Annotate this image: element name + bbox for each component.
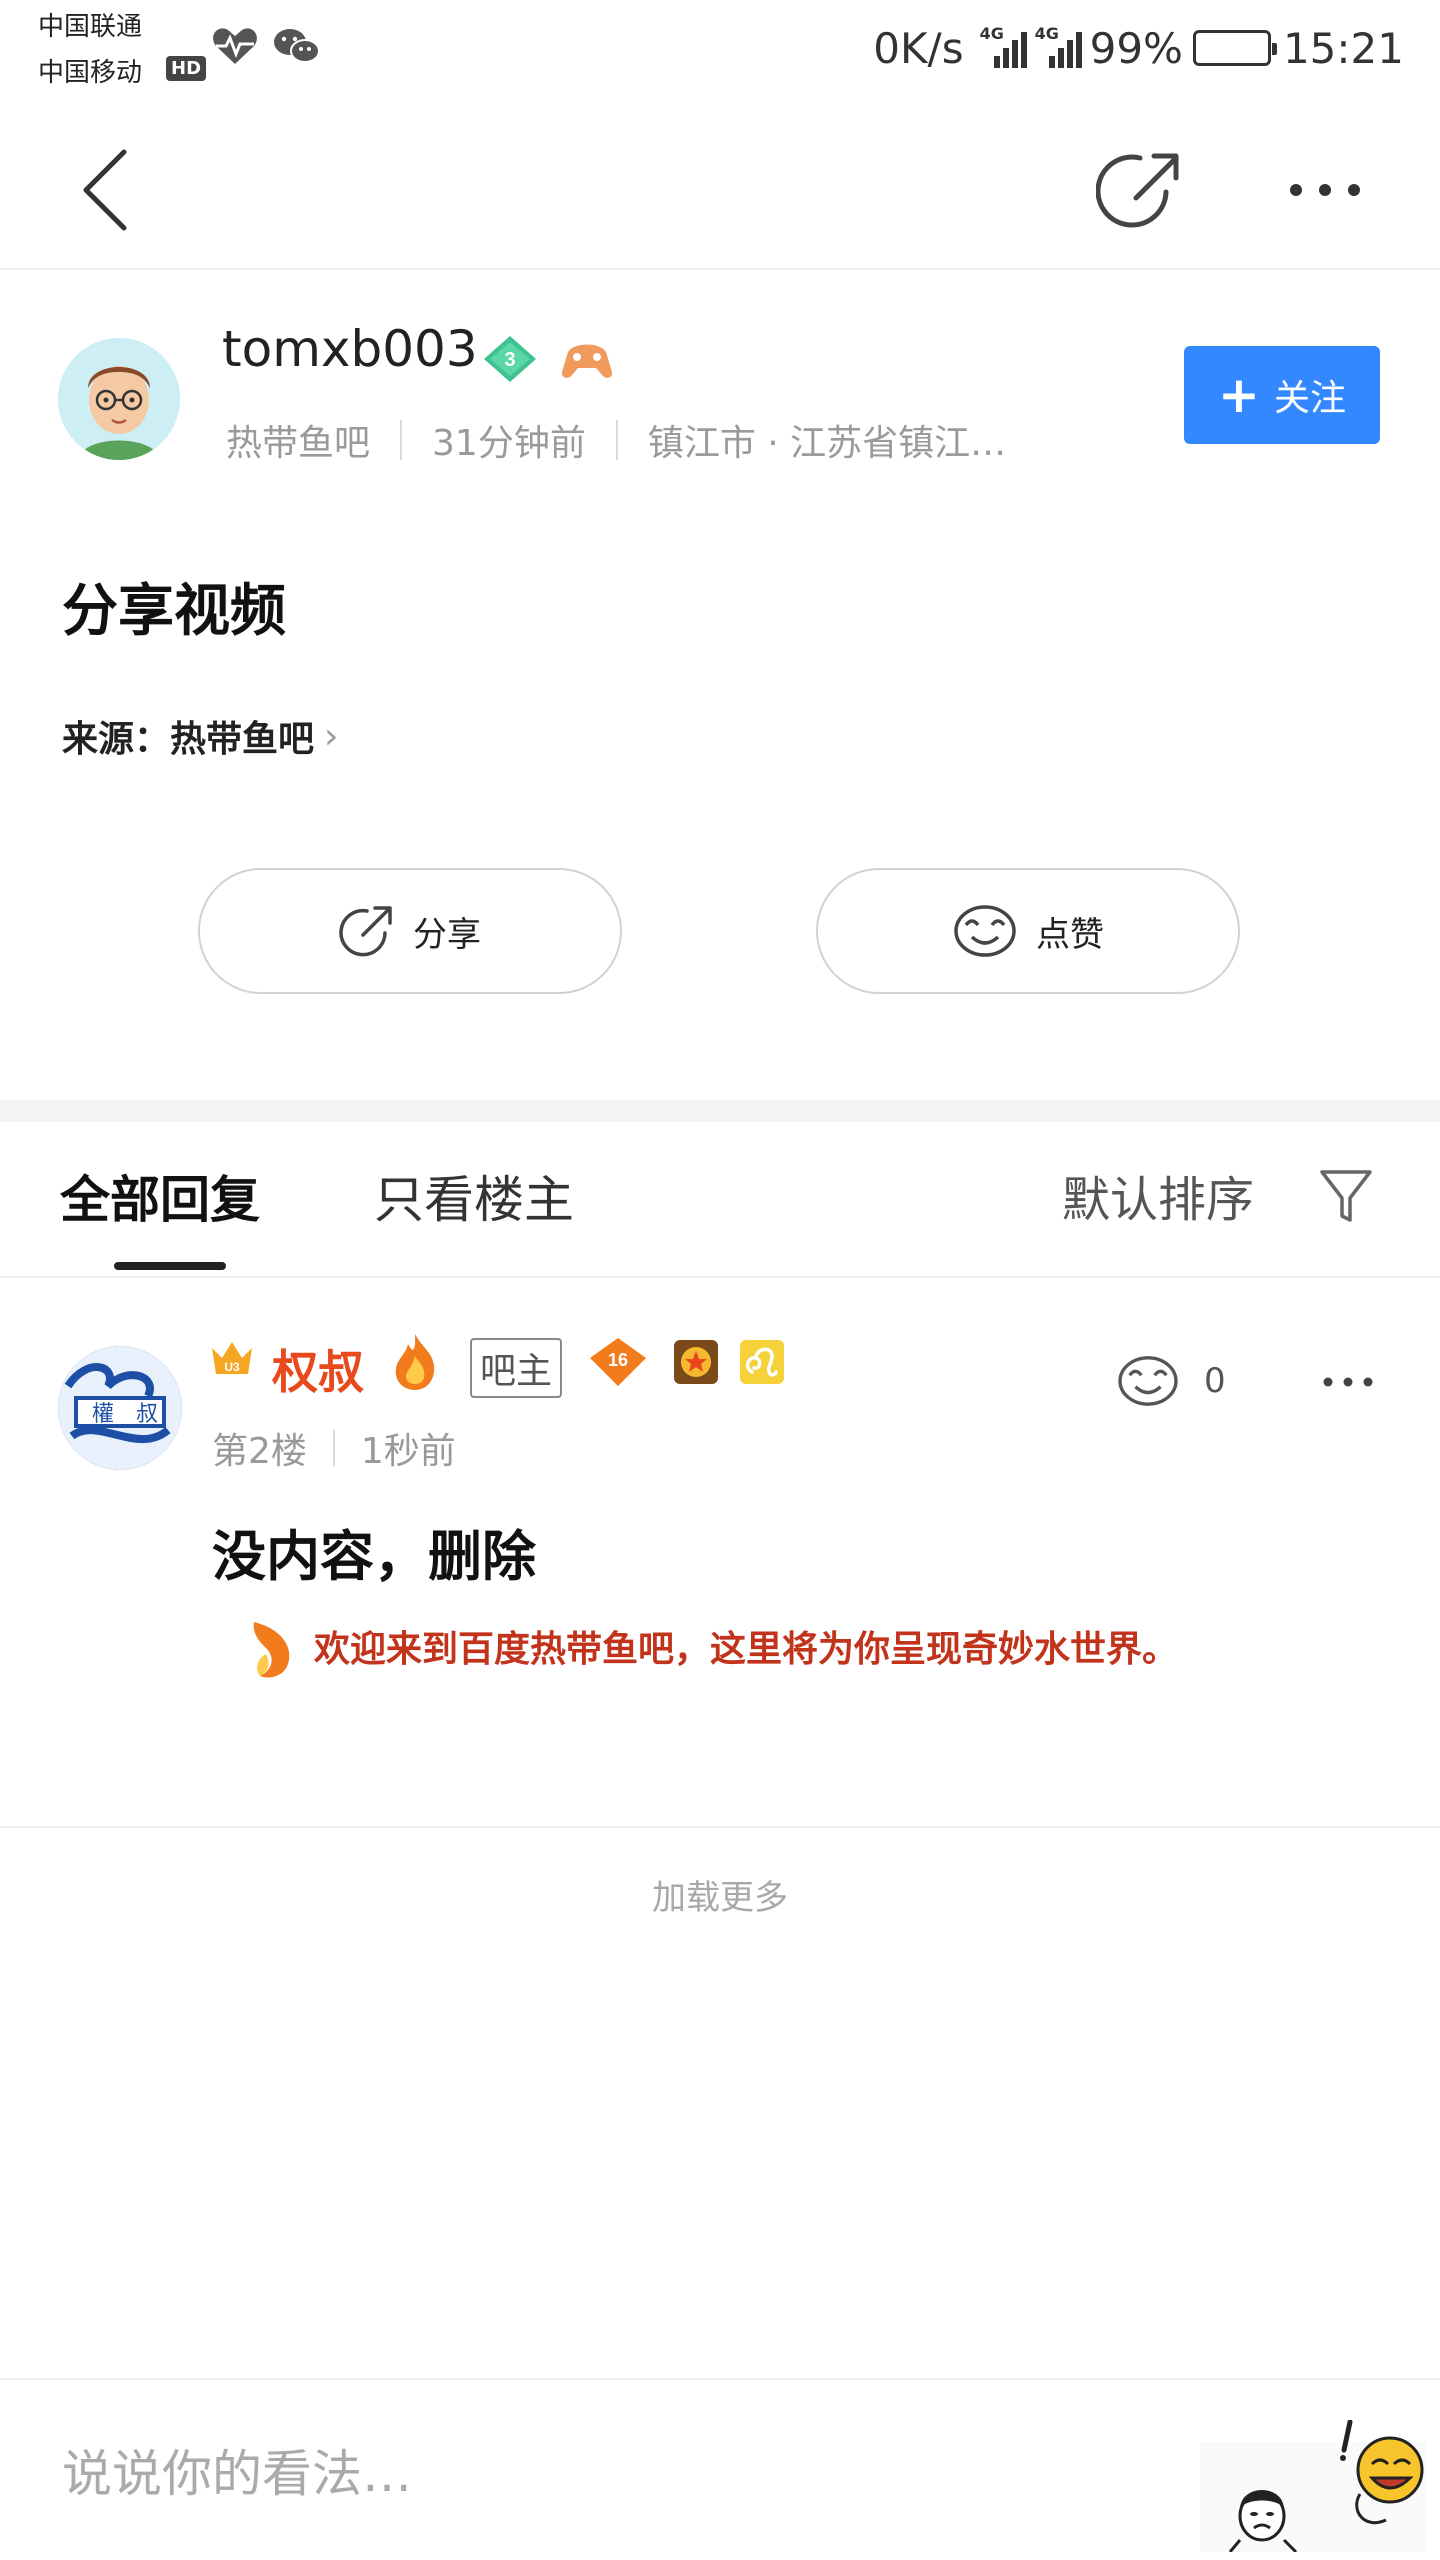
share-label: 分享 [413,914,481,955]
back-chevron-icon[interactable] [70,140,150,240]
carrier-mobile: 中国移动 [38,58,143,88]
medal-icon [674,1340,718,1384]
comment-input[interactable] [62,2434,1152,2514]
load-more-link[interactable]: 加载更多 [0,1870,1440,1919]
level-diamond-icon: 16 [590,1338,646,1386]
author-avatar[interactable] [58,338,180,460]
follow-label: 关注 [1273,378,1346,419]
svg-text:16: 16 [608,1350,628,1370]
more-dots-icon[interactable] [1280,150,1370,230]
signal-2-icon: 4G [1035,24,1082,68]
post-title: 分享视频 [62,579,286,644]
signal-1-icon: 4G [980,24,1027,68]
author-meta: 热带鱼吧 31分钟前 镇江市 · 江苏省镇江… [226,414,1006,466]
reply-more-dots-icon[interactable] [1318,1362,1378,1402]
level-diamond-icon: 3 [484,336,536,382]
comment-bar [0,2378,1440,2560]
post-time: 31分钟前 [432,423,586,464]
porcelain-avatar-icon: 權 叔 [58,1346,182,1470]
like-button[interactable]: 点赞 [816,868,1240,994]
filter-funnel-icon[interactable] [1318,1166,1374,1226]
meme-sticker-icon[interactable] [1200,2420,1426,2552]
moderator-badge: 吧主 [470,1338,563,1398]
wechat-icon [274,29,320,63]
author-header: tomxb003 3 热带鱼吧 31分钟前 镇江市 · 江苏省镇江… + 关注 [0,272,1440,472]
leo-zodiac-icon [740,1340,784,1384]
svg-text:權: 權 [92,1402,114,1427]
reply-tabs: 全部回复 只看楼主 默认排序 [0,1122,1440,1278]
crown-icon: U3 [212,1342,252,1374]
gamepad-icon [561,344,613,378]
like-face-icon [1118,1356,1178,1406]
svg-text:叔: 叔 [136,1402,158,1427]
author-name[interactable]: tomxb003 [222,320,478,378]
chevron-right-icon: › [324,715,339,757]
reply-username[interactable]: 权叔 [272,1336,364,1402]
tab-host-only[interactable]: 只看楼主 [374,1160,574,1232]
like-label: 点赞 [1036,914,1104,955]
floor-number: 第2楼 [212,1431,307,1472]
reply-avatar[interactable]: 權 叔 [58,1346,182,1470]
post-source-link[interactable]: 来源：热带鱼吧 › [62,710,338,762]
like-face-icon [954,905,1016,957]
reply-like-count: 0 [1204,1361,1226,1401]
post-location: 镇江市 · 江苏省镇江… [647,423,1007,464]
section-divider [0,1100,1440,1122]
reply-like-button[interactable]: 0 [1116,1354,1226,1408]
nav-bar [0,110,1440,270]
health-heart-icon [213,28,257,64]
battery-percent: 99% [1089,23,1183,73]
battery-icon [1192,30,1277,66]
floor-meta: 第2楼 1秒前 [212,1422,456,1474]
status-indicators: 0K/s 4G 4G 99% 15:21 [873,18,1404,78]
net-speed: 0K/s [873,23,964,73]
share-button[interactable]: 分享 [198,868,622,994]
sort-selector[interactable]: 默认排序 [1062,1160,1254,1230]
hd-badge: HD [166,56,207,81]
tab-all-replies[interactable]: 全部回复 [60,1160,260,1232]
reply-time: 1秒前 [360,1431,456,1472]
share-arrow-icon[interactable] [1096,140,1186,240]
status-bar: 中国联通 中国移动 HD 0K/s 4G 4G 99% 15:21 [0,0,1440,110]
cartoon-face-icon [58,338,180,460]
fire-icon [395,1334,435,1390]
forum-signature: 欢迎来到百度热带鱼吧，这里将为你呈现奇妙水世界。 [314,1629,1179,1670]
clock: 15:21 [1282,23,1404,73]
reply-content: 没内容，删除 [212,1525,536,1588]
svg-text:U3: U3 [224,1360,240,1374]
svg-text:3: 3 [504,349,515,371]
carrier-unicom: 中国联通 [38,12,143,42]
reply-item: 權 叔 U3 权叔 吧主 16 第2楼 1秒前 0 没内容，删除 欢迎来到百度热… [0,1280,1440,1828]
plus-icon: + [1218,366,1260,424]
forum-name[interactable]: 热带鱼吧 [226,414,370,466]
follow-button[interactable]: + 关注 [1184,346,1380,444]
share-arrow-icon [339,906,392,957]
post-source-label: 来源：热带鱼吧 [62,719,315,760]
tab-active-indicator [114,1262,226,1270]
